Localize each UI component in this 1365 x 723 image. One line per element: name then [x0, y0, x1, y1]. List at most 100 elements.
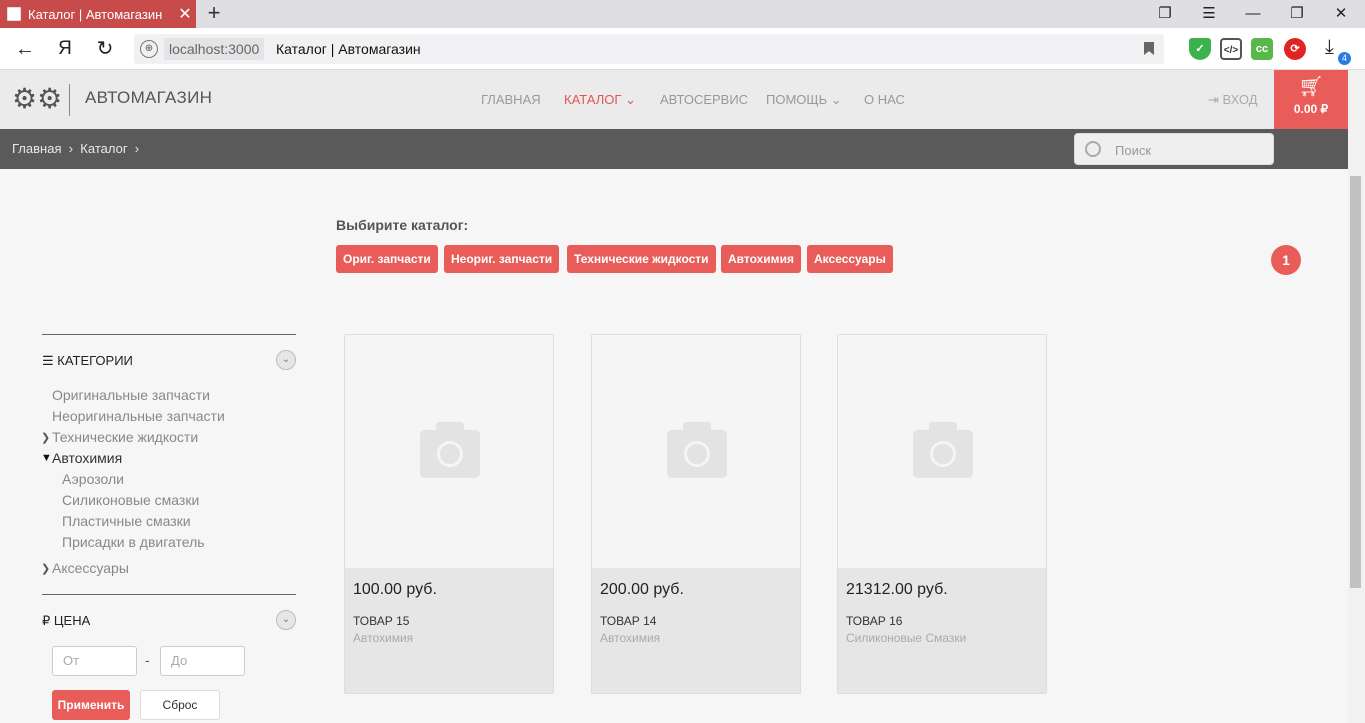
- chevron-right-icon[interactable]: ❯: [41, 431, 50, 444]
- reset-button[interactable]: Сброс: [140, 690, 220, 720]
- search-box[interactable]: [1074, 133, 1274, 165]
- reload-icon[interactable]: ↻: [91, 36, 119, 62]
- cart-total: 0.00 ₽: [1293, 102, 1329, 116]
- url-field[interactable]: ⊕ localhost:3000 Каталог | Автомагазин: [134, 34, 1164, 64]
- tab-close-icon[interactable]: ✕: [174, 4, 196, 24]
- camera-icon: [420, 422, 480, 478]
- sync-extension-icon[interactable]: ⟳: [1284, 38, 1306, 60]
- browser-tab-strip: Каталог | Автомагазин ✕ + ❐ ☰ — ❐ ✕: [0, 0, 1365, 28]
- categories-header: ☰ КАТЕГОРИИ: [42, 353, 133, 369]
- catalog-button-fluids[interactable]: Технические жидкости: [567, 245, 716, 273]
- chevron-right-icon[interactable]: ❯: [41, 562, 50, 575]
- back-arrow-icon[interactable]: ←: [11, 36, 39, 62]
- subcategory-aerosols[interactable]: Аэрозоли: [62, 471, 124, 487]
- product-card[interactable]: 21312.00 руб. ТОВАР 16 Силиконовые Смазк…: [837, 334, 1047, 694]
- minimize-icon[interactable]: —: [1238, 3, 1268, 25]
- category-chemicals[interactable]: Автохимия: [52, 450, 122, 466]
- price-collapse-icon[interactable]: ⌄: [276, 610, 296, 630]
- gears-logo-icon[interactable]: ⚙⚙: [12, 82, 62, 116]
- product-category: Силиконовые Смазки: [846, 631, 967, 645]
- new-tab-button[interactable]: +: [203, 2, 225, 24]
- category-fluids[interactable]: Технические жидкости: [52, 429, 198, 445]
- bookmark-icon[interactable]: [1144, 42, 1154, 55]
- breadcrumb-bar: Главная › Каталог ›: [0, 129, 1348, 169]
- subcategory-grease[interactable]: Пластичные смазки: [62, 513, 191, 529]
- code-extension-icon[interactable]: </>: [1220, 38, 1242, 60]
- product-image-placeholder: [592, 335, 800, 568]
- sidebar-divider: [42, 594, 296, 595]
- nav-about[interactable]: О НАС: [864, 92, 905, 107]
- close-window-icon[interactable]: ✕: [1326, 3, 1356, 25]
- category-accessories[interactable]: Аксессуары: [52, 560, 129, 576]
- favicon-icon: [7, 7, 21, 21]
- category-nonoriginal[interactable]: Неоригинальные запчасти: [52, 408, 225, 424]
- browser-menu-icon[interactable]: ☰: [1194, 3, 1224, 25]
- categories-title: КАТЕГОРИИ: [57, 353, 133, 368]
- nav-help-label: ПОМОЩЬ: [766, 92, 828, 107]
- catalog-button-accessories[interactable]: Аксессуары: [807, 245, 893, 273]
- camera-icon: [667, 422, 727, 478]
- nav-autoservice[interactable]: АВТОСЕРВИС: [660, 92, 748, 107]
- cart-button[interactable]: 🛒︎ 0.00 ₽: [1274, 70, 1348, 129]
- product-info: 21312.00 руб. ТОВАР 16 Силиконовые Смазк…: [838, 568, 1046, 693]
- product-info: 200.00 руб. ТОВАР 14 Автохимия: [592, 568, 800, 693]
- price-range-dash: -: [145, 652, 150, 668]
- catalog-button-nonoriginal[interactable]: Неориг. запчасти: [444, 245, 560, 273]
- product-image-placeholder: [838, 335, 1046, 568]
- nav-help[interactable]: ПОМОЩЬ ⌄: [766, 92, 842, 108]
- product-card[interactable]: 100.00 руб. ТОВАР 15 Автохимия: [344, 334, 554, 694]
- nav-catalog-label: КАТАЛОГ: [564, 92, 622, 107]
- apply-button[interactable]: Применить: [52, 690, 130, 720]
- search-icon: [1085, 141, 1101, 157]
- product-name[interactable]: ТОВАР 16: [846, 614, 902, 628]
- product-info: 100.00 руб. ТОВАР 15 Автохимия: [345, 568, 553, 693]
- breadcrumb-catalog[interactable]: Каталог: [80, 141, 127, 156]
- price-header: ₽ ЦЕНА: [42, 613, 90, 629]
- downloads-icon[interactable]: ⤓: [1325, 36, 1334, 59]
- product-card[interactable]: 200.00 руб. ТОВАР 14 Автохимия: [591, 334, 801, 694]
- puzzle-extension-icon[interactable]: cc: [1251, 38, 1273, 60]
- price-from-input[interactable]: От: [52, 646, 137, 676]
- scrollbar-thumb[interactable]: [1350, 176, 1361, 588]
- price-title: ЦЕНА: [53, 613, 91, 628]
- price-to-input[interactable]: До: [160, 646, 245, 676]
- category-original[interactable]: Оригинальные запчасти: [52, 387, 210, 403]
- product-category: Автохимия: [353, 631, 414, 645]
- shield-extension-icon[interactable]: ✓: [1189, 38, 1211, 60]
- search-input[interactable]: [1115, 140, 1265, 160]
- site-info-icon[interactable]: ⊕: [140, 40, 158, 58]
- breadcrumb-home[interactable]: Главная: [12, 141, 61, 156]
- subcategory-silicone[interactable]: Силиконовые смазки: [62, 492, 199, 508]
- sidebar-divider: [42, 334, 296, 335]
- catalog-heading: Выбирите каталог:: [336, 217, 469, 233]
- brand-name[interactable]: АВТОМАГАЗИН: [85, 88, 212, 108]
- categories-collapse-icon[interactable]: ⌄: [276, 350, 296, 370]
- site-header: ⚙⚙ АВТОМАГАЗИН ГЛАВНАЯ КАТАЛОГ ⌄ АВТОСЕР…: [0, 70, 1348, 129]
- product-price: 200.00 руб.: [600, 581, 684, 598]
- login-label: ВХОД: [1222, 92, 1258, 107]
- yandex-button[interactable]: Я: [51, 36, 79, 62]
- nav-catalog[interactable]: КАТАЛОГ ⌄: [564, 92, 636, 108]
- camera-icon: [913, 422, 973, 478]
- product-name[interactable]: ТОВАР 15: [353, 614, 409, 628]
- chevron-down-icon[interactable]: ▼: [41, 452, 52, 464]
- list-icon: ☰: [42, 353, 54, 368]
- page-number[interactable]: 1: [1271, 245, 1301, 275]
- product-name[interactable]: ТОВАР 14: [600, 614, 656, 628]
- restore-icon[interactable]: ❐: [1282, 3, 1312, 25]
- nav-home[interactable]: ГЛАВНАЯ: [481, 92, 541, 107]
- browser-tab-active[interactable]: Каталог | Автомагазин ✕: [0, 0, 196, 28]
- url-page-title: Каталог | Автомагазин: [276, 41, 421, 57]
- breadcrumb: Главная › Каталог ›: [12, 141, 139, 156]
- product-image-placeholder: [345, 335, 553, 568]
- sign-in-icon: ⇥: [1208, 92, 1219, 107]
- breadcrumb-separator-icon: ›: [65, 141, 77, 156]
- logo-divider: [69, 84, 70, 116]
- downloads-count-badge: 4: [1338, 52, 1351, 65]
- chevron-down-icon: ⌄: [625, 92, 636, 107]
- catalog-button-original[interactable]: Ориг. запчасти: [336, 245, 438, 273]
- subcategory-additives[interactable]: Присадки в двигатель: [62, 534, 205, 550]
- login-link[interactable]: ⇥ ВХОД: [1208, 92, 1258, 108]
- bookmarks-panel-icon[interactable]: ❐: [1150, 3, 1180, 25]
- catalog-button-chemicals[interactable]: Автохимия: [721, 245, 801, 273]
